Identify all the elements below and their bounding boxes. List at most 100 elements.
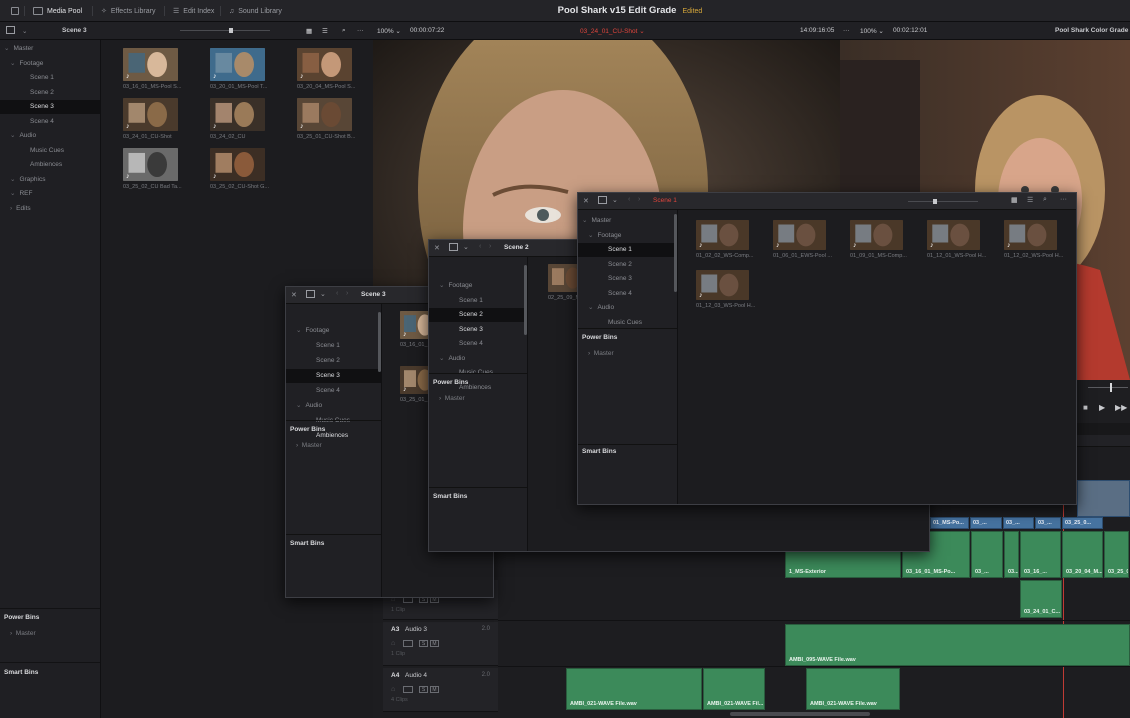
zoom-left-select[interactable]: 100% ⌄ xyxy=(377,27,401,35)
panel-toggle-icon[interactable] xyxy=(598,196,607,204)
chevron-down-icon[interactable]: ⌄ xyxy=(463,243,469,251)
playhead[interactable] xyxy=(1110,383,1112,392)
slider-handle[interactable] xyxy=(933,199,937,204)
edit-index-tab[interactable]: ☰ Edit Index xyxy=(168,4,219,18)
panel-toggle-icon[interactable] xyxy=(449,243,458,251)
clip-thumbnail[interactable]: ♪ xyxy=(850,220,903,250)
back-icon[interactable]: ‹ xyxy=(479,243,481,250)
link-icon[interactable] xyxy=(403,640,413,647)
power-bins-master[interactable]: › Master xyxy=(286,439,381,453)
bin-item[interactable]: Scene 4 xyxy=(578,287,677,301)
forward-icon[interactable]: › xyxy=(346,290,348,297)
video-clip[interactable]: 03_... xyxy=(970,517,1002,529)
bin-item[interactable]: ⌄ Audio xyxy=(286,399,381,413)
list-view-icon[interactable]: ☰ xyxy=(1027,196,1033,204)
power-bins-master[interactable]: › Master xyxy=(429,392,527,406)
clip-thumbnail[interactable]: ♪ xyxy=(696,270,749,300)
bin-window-scene-1[interactable]: ✕ ⌄ ‹ › Scene 1 ▦ ☰ ⌕ ··· ⌄ Master ⌄ Footag… xyxy=(577,192,1077,505)
power-bins-master[interactable]: › Master xyxy=(0,627,100,641)
bin-item[interactable]: ⌄ Footage xyxy=(578,229,677,243)
audio-clip[interactable]: AMBI_021-WAVE Fil... xyxy=(703,668,765,710)
forward-icon[interactable]: › xyxy=(489,243,491,250)
clip-thumbnail[interactable]: ♪ xyxy=(773,220,826,250)
bin-item[interactable]: ⌄ Footage xyxy=(0,57,100,71)
clip-thumbnail[interactable]: ♪ xyxy=(123,98,178,131)
solo-button[interactable]: S xyxy=(419,686,428,693)
clip-thumbnail[interactable]: ♪ xyxy=(297,98,352,131)
bin-item[interactable]: Scene 3 xyxy=(578,272,677,286)
thumbnail-view-icon[interactable]: ▦ xyxy=(306,27,312,35)
scrollbar[interactable] xyxy=(524,265,527,335)
panel-toggle-icon[interactable] xyxy=(6,26,15,34)
clip-thumbnail[interactable]: ♪ xyxy=(210,98,265,131)
audio-clip[interactable]: 03_20_04_M... xyxy=(1062,531,1103,578)
clip-thumbnail[interactable]: ♪ xyxy=(1004,220,1057,250)
clip-name-select[interactable]: 03_24_01_CU-Shot ⌄ xyxy=(580,27,645,35)
more-options-icon[interactable]: ··· xyxy=(1060,196,1067,203)
lock-icon[interactable]: ⌂ xyxy=(391,640,395,647)
bin-item[interactable]: Music Cues xyxy=(0,144,100,158)
audio-clip[interactable]: 03_25_0... xyxy=(1104,531,1129,578)
back-icon[interactable]: ‹ xyxy=(628,196,630,203)
lock-icon[interactable]: ⌂ xyxy=(391,686,395,693)
thumbnail-size-slider[interactable] xyxy=(180,30,270,31)
clip-thumbnail[interactable]: ♪ xyxy=(210,48,265,81)
search-icon[interactable]: ⌕ xyxy=(342,27,346,35)
bin-item[interactable]: ⌄ Audio xyxy=(429,352,527,366)
bin-item[interactable]: Scene 1 xyxy=(286,339,381,353)
clip-thumbnail[interactable]: ♪ xyxy=(927,220,980,250)
forward-icon[interactable]: › xyxy=(638,196,640,203)
media-pool-tab[interactable]: Media Pool xyxy=(28,4,87,18)
fast-forward-icon[interactable]: ▶▶ xyxy=(1115,403,1127,412)
bin-item[interactable]: Scene 4 xyxy=(286,384,381,398)
solo-button[interactable]: S xyxy=(419,640,428,647)
bin-item[interactable]: Scene 2 xyxy=(286,354,381,368)
more-options-icon[interactable]: ··· xyxy=(843,27,850,34)
effects-library-tab[interactable]: ✧ Effects Library xyxy=(96,4,161,18)
video-clip[interactable]: 03_25_0... xyxy=(1062,517,1103,529)
clip-thumbnail[interactable]: ♪ xyxy=(123,148,178,181)
play-icon[interactable]: ▶ xyxy=(1099,403,1105,412)
clip-thumbnail[interactable]: ♪ xyxy=(123,48,178,81)
bin-item[interactable]: Scene 1 xyxy=(429,294,527,308)
audio-clip[interactable]: AMBI_021-WAVE File.wav xyxy=(806,668,900,710)
bin-item[interactable]: Scene 3 xyxy=(0,100,100,114)
sound-library-tab[interactable]: ♫ Sound Library xyxy=(224,4,287,18)
scrollbar[interactable] xyxy=(378,312,381,372)
chevron-down-icon[interactable]: ⌄ xyxy=(612,196,618,204)
close-icon[interactable]: ✕ xyxy=(291,291,297,299)
audio-clip[interactable]: 03_24_01_C... xyxy=(1020,580,1062,618)
video-clip[interactable]: 03_... xyxy=(1035,517,1061,529)
bin-item[interactable]: › Edits xyxy=(0,202,100,216)
panel-toggle-icon[interactable] xyxy=(306,290,315,298)
clip-thumbnail[interactable]: ♪ xyxy=(210,148,265,181)
chevron-down-icon[interactable]: ⌄ xyxy=(320,290,326,298)
mute-button[interactable]: M xyxy=(430,686,439,693)
bin-item[interactable]: ⌄ Audio xyxy=(0,129,100,143)
bin-item[interactable]: Scene 4 xyxy=(0,115,100,129)
video-clip[interactable]: 01_MS-Po... xyxy=(930,517,969,529)
workspace-icon[interactable] xyxy=(6,4,24,18)
thumbnail-size-slider[interactable] xyxy=(908,201,978,202)
zoom-right-select[interactable]: 100% ⌄ xyxy=(860,27,884,35)
chevron-down-icon[interactable]: ⌄ xyxy=(22,27,27,35)
bin-item[interactable]: ⌄ Audio xyxy=(578,301,677,315)
bin-item[interactable]: Scene 3 xyxy=(286,369,381,383)
bin-item[interactable]: ⌄ Master xyxy=(0,42,100,56)
clip-thumbnail[interactable]: ♪ xyxy=(696,220,749,250)
more-options-icon[interactable]: ··· xyxy=(357,27,364,34)
audio-clip[interactable]: AMBI_021-WAVE File.wav xyxy=(566,668,702,710)
bin-item[interactable]: ⌄ Footage xyxy=(429,279,527,293)
close-icon[interactable]: ✕ xyxy=(434,244,440,252)
back-icon[interactable]: ‹ xyxy=(336,290,338,297)
bin-item[interactable]: ⌄ Graphics xyxy=(0,173,100,187)
audio-clip[interactable]: 03... xyxy=(1004,531,1019,578)
bin-item[interactable]: Scene 2 xyxy=(429,308,527,322)
scrollbar[interactable] xyxy=(674,214,677,292)
bin-item[interactable]: ⌄ Footage xyxy=(286,324,381,338)
search-icon[interactable]: ⌕ xyxy=(1043,196,1047,204)
clip-thumbnail[interactable]: ♪ xyxy=(297,48,352,81)
slider-handle[interactable] xyxy=(229,28,233,33)
bin-item[interactable]: ⌄ REF xyxy=(0,187,100,201)
bin-item[interactable]: Scene 1 xyxy=(0,71,100,85)
